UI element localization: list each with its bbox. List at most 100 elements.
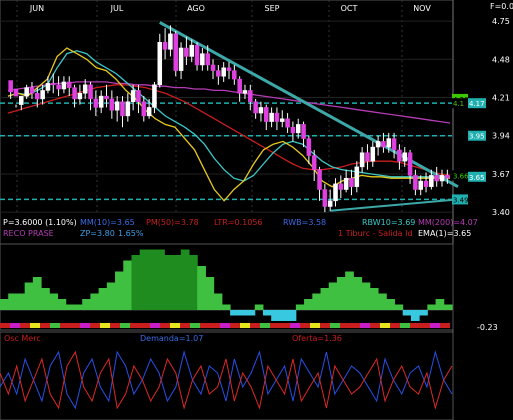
candle-body	[445, 175, 450, 179]
signal-strip	[300, 323, 310, 328]
price-tag-text: 3.66	[453, 172, 469, 180]
candle-body	[184, 47, 189, 57]
candle-body	[375, 141, 381, 148]
momentum-bar	[49, 293, 59, 310]
signal-strip	[70, 323, 80, 328]
momentum-bar	[156, 249, 165, 310]
candle-body	[226, 67, 232, 71]
candle-body	[407, 152, 413, 176]
signal-strip	[350, 323, 360, 328]
candle-body	[141, 101, 147, 117]
legend-row1-item: P=3.6000 (1.10%)	[3, 218, 77, 227]
momentum-bar	[106, 282, 116, 310]
candle-body	[327, 200, 333, 207]
signal-strip	[340, 323, 350, 328]
candle-body	[386, 138, 392, 148]
oscillator-label: Demanda=1.07	[140, 334, 203, 343]
momentum-bar	[123, 260, 132, 310]
candle-body	[343, 177, 349, 190]
signal-strip	[440, 323, 450, 328]
y-tick-label: 4.75	[492, 17, 510, 26]
signal-strip	[110, 323, 120, 328]
momentum-bar	[262, 310, 272, 316]
momentum-bar	[0, 299, 9, 310]
candle-body	[66, 81, 72, 88]
candle-body	[109, 98, 115, 111]
candle-body	[418, 180, 423, 190]
momentum-bar	[246, 310, 256, 316]
candle-body	[402, 152, 408, 162]
month-label: AGO	[187, 4, 205, 13]
candle-body	[338, 183, 344, 190]
month-label: NOV	[413, 4, 431, 13]
candle-body	[439, 175, 445, 182]
momentum-bar	[205, 277, 215, 310]
signal-strip	[90, 323, 100, 328]
y-tick-label: 3.94	[492, 132, 510, 141]
momentum-bar	[336, 277, 346, 310]
signal-strip	[180, 323, 190, 328]
signal-strip	[400, 323, 410, 328]
legend-row1-item: RBW10=3.69	[362, 218, 415, 227]
momentum-bar	[238, 310, 248, 316]
momentum-bar	[254, 304, 264, 310]
legend-row2-item: 1.65%	[118, 229, 144, 238]
candle-body	[13, 88, 19, 97]
price-tag-text: 3.65	[469, 174, 485, 182]
legend-row1-item: PM(50)=3.78	[146, 218, 199, 227]
candle-body	[72, 87, 77, 100]
candle-body	[248, 90, 253, 103]
signal-strip	[360, 323, 370, 328]
candle-body	[423, 180, 429, 187]
candle-body	[162, 42, 168, 50]
momentum-bar	[394, 304, 404, 310]
candle-body	[88, 84, 93, 100]
candle-body	[45, 83, 51, 91]
legend-row1-item: MM(200)=4.07	[418, 218, 478, 227]
candle-body	[258, 107, 264, 114]
candle-body	[77, 93, 83, 100]
candle-body	[178, 47, 184, 71]
momentum-bar	[435, 299, 445, 310]
candle-body	[56, 84, 61, 90]
momentum-bar	[378, 293, 387, 310]
candle-body	[200, 53, 205, 66]
month-label: JUN	[29, 4, 44, 13]
momentum-bar	[353, 277, 363, 310]
candle-body	[306, 138, 312, 156]
signal-strip	[330, 323, 340, 328]
stock-chart: JUN JUL AGO SEP OCT NOV 4.75 4.48 4.21 3.94 3.67 3.…	[0, 0, 513, 420]
momentum-bar	[65, 304, 75, 310]
candle-body	[98, 95, 104, 108]
momentum-bar	[427, 304, 437, 310]
signal-strip	[100, 323, 110, 328]
candle-body	[152, 84, 157, 108]
signal-strip	[20, 323, 30, 328]
candle-body	[221, 67, 226, 77]
price-tag-text: 3.49	[453, 196, 469, 204]
candle-body	[333, 183, 338, 202]
candle-body	[397, 149, 402, 162]
momentum-bar	[8, 293, 17, 310]
candle-body	[125, 101, 131, 117]
signal-strip	[280, 323, 290, 328]
momentum-bar	[287, 310, 297, 321]
candle-body	[311, 155, 317, 170]
momentum-bar	[312, 293, 322, 310]
momentum-bar	[147, 249, 157, 310]
momentum-bar	[139, 249, 149, 310]
month-label: SEP	[265, 4, 280, 13]
candle-body	[146, 107, 152, 117]
signal-strip	[190, 323, 200, 328]
scale-label: F=0.0	[490, 2, 513, 11]
candle-body	[242, 90, 248, 94]
momentum-bar	[386, 299, 395, 310]
signal-strip	[130, 323, 140, 328]
signal-strip	[410, 323, 420, 328]
momentum-bar	[164, 255, 174, 310]
signal-strip	[250, 323, 260, 328]
candle-body	[19, 95, 24, 105]
signal-strip	[420, 323, 430, 328]
momentum-bar	[98, 288, 108, 310]
candle-body	[322, 189, 328, 207]
